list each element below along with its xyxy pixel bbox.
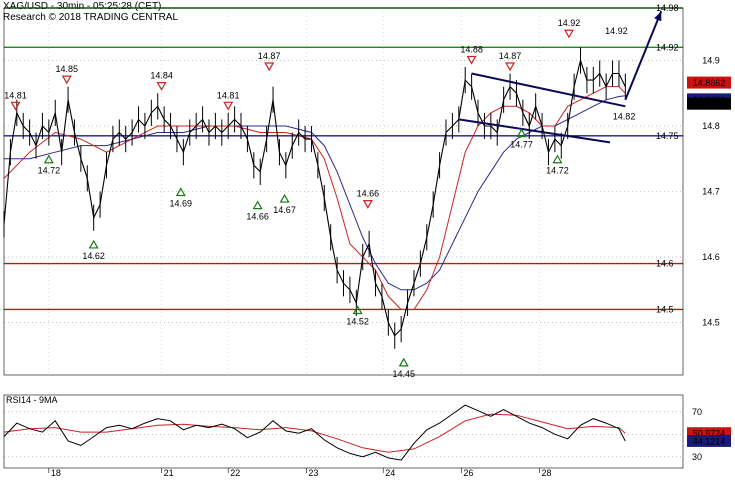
swing-low-marker — [175, 187, 186, 197]
channel-line — [458, 118, 611, 144]
swing-low-label: 14.45 — [392, 369, 415, 379]
y-tick-label: 14.6 — [702, 252, 720, 262]
y-tick-label: 14.9 — [702, 55, 720, 65]
swing-high-marker — [156, 82, 167, 91]
swing-high-marker — [563, 29, 575, 39]
x-tick-label: 26 — [463, 468, 473, 478]
swing-low-label: 14.72 — [546, 166, 569, 176]
horizontal-levels: 14.9814.9214.7514.614.5 — [4, 3, 683, 314]
rsi-panel-frame — [3, 394, 684, 469]
projection-arrow-line — [624, 10, 663, 101]
x-tick-label: 28 — [542, 468, 552, 478]
swing-high-marker — [264, 62, 275, 72]
swing-low-label: 14.77 — [510, 140, 533, 150]
annotations: 14.81 14.85 14.84 14.81 14.87 14.66 14.88 14.87… — [4, 10, 663, 379]
ma-fast-line — [3, 86, 626, 310]
price-chart: 14.9814.9214.7514.614.5 14.8114.8514.841… — [3, 3, 731, 478]
rsi-badge-label: 44.1214 — [693, 436, 726, 446]
y-tick-label: 14.8 — [702, 121, 720, 131]
x-tick-label: 24 — [385, 468, 395, 478]
y-tick-label: 14.5 — [702, 318, 720, 328]
price-badge-label: 14.8662 — [693, 78, 726, 88]
swing-high-label: 14.81 — [217, 90, 240, 100]
rsi-tick-label: 70 — [692, 407, 702, 417]
rsi-tick-label: 30 — [692, 452, 702, 462]
swing-high-label: 14.85 — [56, 64, 79, 74]
swing-low-marker — [88, 239, 99, 249]
swing-low-label: 14.69 — [170, 199, 193, 209]
level-label: 14.75 — [656, 131, 679, 141]
swing-high-marker — [223, 101, 234, 111]
swing-high-marker — [61, 75, 72, 85]
swing-high-label: 14.84 — [150, 71, 173, 81]
level-label: 14.92 — [656, 42, 679, 52]
swing-low-marker — [279, 193, 290, 203]
annotation-label: 14.92 — [605, 26, 628, 36]
swing-low-label: 14.67 — [273, 205, 296, 215]
swing-low-marker — [552, 154, 563, 164]
annotation-label: 14.82 — [613, 111, 636, 121]
swing-low-marker — [398, 357, 409, 367]
swing-high-label: 14.81 — [4, 90, 27, 100]
level-label: 14.5 — [656, 304, 674, 314]
y-tick-label: 14.7 — [702, 187, 720, 197]
swing-high-marker — [10, 101, 21, 111]
swing-low-marker — [43, 154, 54, 164]
swing-low-marker — [252, 200, 263, 210]
x-tick-label: 18 — [51, 468, 61, 478]
swing-high-label: 14.87 — [499, 51, 522, 61]
swing-high-label: 14.92 — [558, 18, 581, 28]
level-label: 14.6 — [656, 259, 674, 269]
x-tick-label: 22 — [230, 468, 240, 478]
swing-high-marker — [362, 200, 373, 209]
rsi-title: RSI14 - 9MA — [6, 395, 58, 405]
price-badge-label: 14.834 — [695, 99, 723, 109]
swing-high-marker — [466, 55, 477, 65]
price-line — [3, 58, 626, 337]
swing-low-label: 14.52 — [346, 316, 369, 326]
swing-low-label: 14.72 — [38, 166, 61, 176]
swing-high-label: 14.88 — [460, 44, 483, 54]
swing-high-label: 14.66 — [357, 189, 380, 199]
x-tick-label: 21 — [164, 468, 174, 478]
swing-high-marker — [505, 62, 516, 72]
swing-low-label: 14.66 — [246, 212, 269, 222]
grid-lines — [4, 8, 683, 458]
rsi-ma-line — [3, 413, 626, 453]
swing-low-label: 14.62 — [82, 251, 105, 261]
x-tick-label: 23 — [308, 468, 318, 478]
swing-high-label: 14.87 — [258, 51, 281, 61]
